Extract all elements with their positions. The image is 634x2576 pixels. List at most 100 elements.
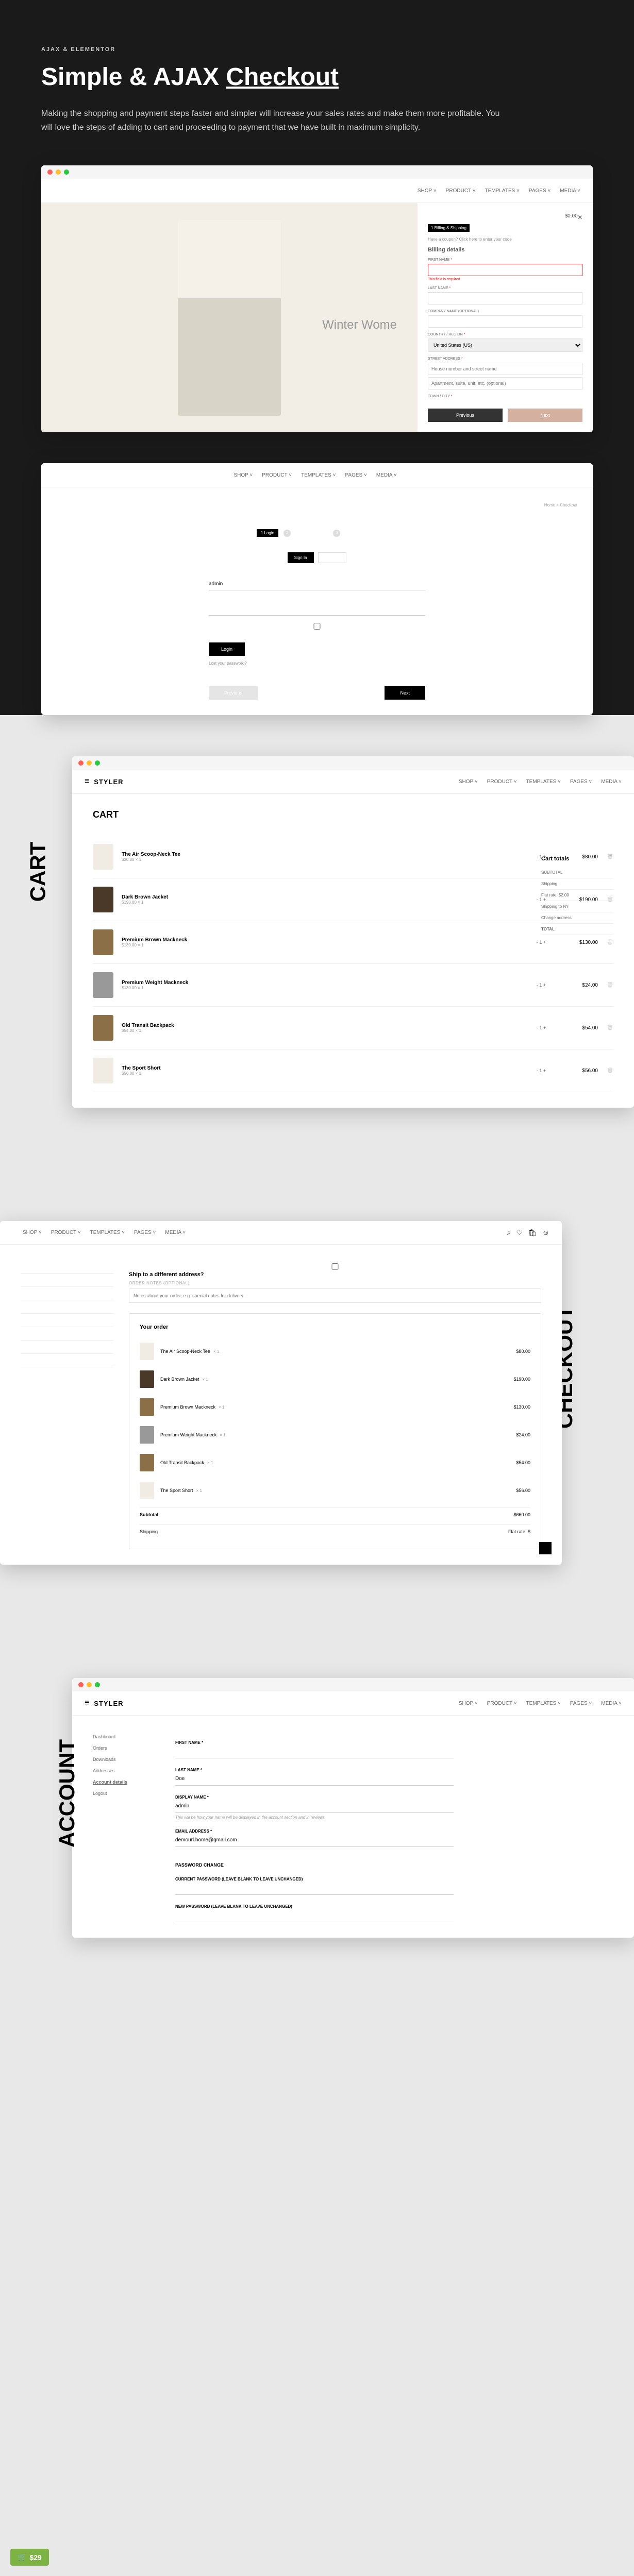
current-password-input[interactable] — [175, 1882, 454, 1895]
logo[interactable]: STYLER — [94, 778, 123, 786]
order-row: The Sport Short× 1$56.00 — [140, 1477, 530, 1504]
user-icon[interactable]: ☺ — [573, 471, 580, 480]
product-name[interactable]: Premium Brown Mackneck — [122, 937, 187, 943]
logo[interactable]: STYLER — [63, 187, 92, 195]
price-badge[interactable]: 🛒 $29 — [10, 2549, 49, 2566]
user-icon[interactable]: ☺ — [542, 1228, 549, 1237]
account-nav-item[interactable]: Downloads — [93, 1754, 155, 1765]
first-name-input[interactable] — [175, 1745, 454, 1758]
nav-item[interactable]: PRODUCT ˅ — [51, 1230, 81, 1235]
last-name-input[interactable] — [428, 292, 582, 304]
hamburger-icon[interactable]: ≡ — [85, 777, 89, 786]
street2-input[interactable] — [428, 377, 582, 389]
remove-icon[interactable]: 🗑 — [598, 982, 613, 988]
nav-item[interactable]: SHOP ˅ — [23, 1230, 42, 1235]
nav-item[interactable]: TEMPLATES ˅ — [301, 472, 336, 478]
remember-checkbox[interactable] — [209, 623, 425, 630]
display-name-label: DISPLAY NAME * — [175, 1795, 454, 1800]
order-row: Old Transit Backpack× 1$54.00 — [140, 1449, 530, 1477]
hamburger-icon[interactable]: ≡ — [85, 1699, 89, 1708]
prev-button[interactable]: Previous — [428, 409, 503, 422]
account-nav-item[interactable]: Orders — [93, 1742, 155, 1754]
username-input[interactable] — [209, 578, 425, 590]
remove-icon[interactable]: 🗑 — [598, 1068, 613, 1074]
wishlist-icon[interactable]: ♡ — [547, 471, 554, 480]
close-icon[interactable]: × — [578, 213, 582, 223]
wishlist-icon[interactable]: ♡ — [516, 1228, 523, 1237]
nav-item[interactable]: SHOP ˅ — [459, 1701, 478, 1706]
display-name-input[interactable] — [175, 1800, 454, 1813]
tab-signin[interactable]: Sign In — [288, 552, 314, 563]
change-address-link[interactable]: Change address — [541, 912, 613, 924]
nav-item[interactable]: MEDIA ˅ — [165, 1230, 186, 1235]
login-button[interactable]: Login — [209, 642, 245, 656]
nav-item[interactable]: SHOP ˅ — [459, 779, 478, 785]
account-nav-item[interactable]: Logout — [93, 1788, 155, 1799]
logo[interactable]: STYLER — [94, 1700, 123, 1707]
screenshot-account: ≡ STYLER SHOP ˅ PRODUCT ˅ TEMPLATES ˅ PAGES… — [72, 1678, 634, 1938]
nav-item[interactable]: PRODUCT ˅ — [262, 472, 292, 478]
cart-row: Premium Weight Mackneck$130.00 × 1- 1 +$… — [93, 964, 613, 1007]
nav-item[interactable]: PAGES ˅ — [570, 779, 592, 785]
search-icon[interactable]: ⌕ — [538, 471, 542, 480]
scroll-top-button[interactable] — [539, 1542, 552, 1554]
last-name-input[interactable] — [175, 1772, 454, 1786]
email-label: EMAIL ADDRESS * — [175, 1829, 454, 1834]
coupon-link[interactable]: Have a coupon? Click here to enter your … — [428, 237, 582, 242]
account-nav-item[interactable]: Dashboard — [93, 1731, 155, 1742]
email-input[interactable] — [175, 1834, 454, 1847]
country-select[interactable]: United States (US) — [428, 338, 582, 352]
nav-item[interactable]: MEDIA ˅ — [601, 779, 622, 785]
nav-item[interactable]: MEDIA ˅ — [560, 188, 580, 194]
search-icon[interactable]: ⌕ — [507, 1228, 511, 1237]
password-input[interactable] — [209, 603, 425, 616]
prev-button[interactable]: Previous — [209, 686, 258, 700]
nav-item[interactable]: TEMPLATES ˅ — [485, 188, 520, 194]
nav-item[interactable]: PRODUCT ˅ — [446, 188, 476, 194]
next-button[interactable]: Next — [508, 409, 582, 422]
tab-register[interactable]: Register — [318, 552, 347, 563]
forgot-link[interactable]: Lost your password? — [209, 661, 425, 666]
product-name[interactable]: The Sport Short — [122, 1065, 161, 1071]
first-name-input[interactable] — [428, 264, 582, 276]
nav-item[interactable]: PAGES ˅ — [345, 472, 366, 478]
nav-item[interactable]: TEMPLATES ˅ — [526, 779, 561, 785]
step-billing[interactable]: Billing & Shipping — [296, 531, 328, 535]
nav-item[interactable]: PRODUCT ˅ — [487, 779, 517, 785]
product-name[interactable]: Premium Weight Mackneck — [122, 980, 188, 986]
nav-item[interactable]: SHOP ˅ — [418, 188, 437, 194]
hamburger-icon[interactable]: ≡ — [54, 186, 58, 195]
step-payment[interactable]: Order & Payment — [345, 531, 377, 535]
next-button[interactable]: Next — [385, 686, 425, 700]
remove-icon[interactable]: 🗑 — [598, 940, 613, 945]
cart-icon[interactable]: 🛍 — [559, 471, 568, 480]
product-name[interactable]: Old Transit Backpack — [122, 1023, 174, 1028]
cart-icon[interactable]: 🛍 — [528, 1228, 537, 1237]
logo[interactable]: STYLER — [63, 471, 92, 479]
account-nav-item[interactable]: Account details — [93, 1776, 155, 1788]
qty-stepper[interactable]: - 1 + — [526, 1068, 557, 1073]
new-password-input[interactable] — [175, 1909, 454, 1922]
product-name[interactable]: Dark Brown Jacket — [122, 894, 168, 900]
street-input[interactable] — [428, 363, 582, 375]
nav-item[interactable]: PAGES ˅ — [134, 1230, 156, 1235]
nav-item[interactable]: SHOP ˅ — [233, 472, 253, 478]
nav-item[interactable]: PRODUCT ˅ — [487, 1701, 517, 1706]
account-nav-item[interactable]: Addresses — [93, 1765, 155, 1776]
remove-icon[interactable]: 🗑 — [598, 1025, 613, 1031]
order-notes-input[interactable] — [129, 1289, 541, 1303]
qty-stepper[interactable]: - 1 + — [526, 940, 557, 945]
product-name[interactable]: The Air Scoop-Neck Tee — [122, 852, 180, 857]
company-input[interactable] — [428, 315, 582, 328]
nav-item[interactable]: PAGES ˅ — [529, 188, 550, 194]
nav-item[interactable]: TEMPLATES ˅ — [90, 1230, 125, 1235]
hamburger-icon[interactable]: ≡ — [54, 470, 58, 480]
qty-stepper[interactable]: - 1 + — [526, 982, 557, 988]
qty-stepper[interactable]: - 1 + — [526, 1025, 557, 1030]
nav-item[interactable]: TEMPLATES ˅ — [526, 1701, 561, 1706]
ship-different-checkbox[interactable] — [129, 1263, 541, 1270]
nav-item[interactable]: MEDIA ˅ — [601, 1701, 622, 1706]
nav-item[interactable]: MEDIA ˅ — [376, 472, 397, 478]
step-login[interactable]: 1 Login — [257, 529, 278, 537]
nav-item[interactable]: PAGES ˅ — [570, 1701, 592, 1706]
